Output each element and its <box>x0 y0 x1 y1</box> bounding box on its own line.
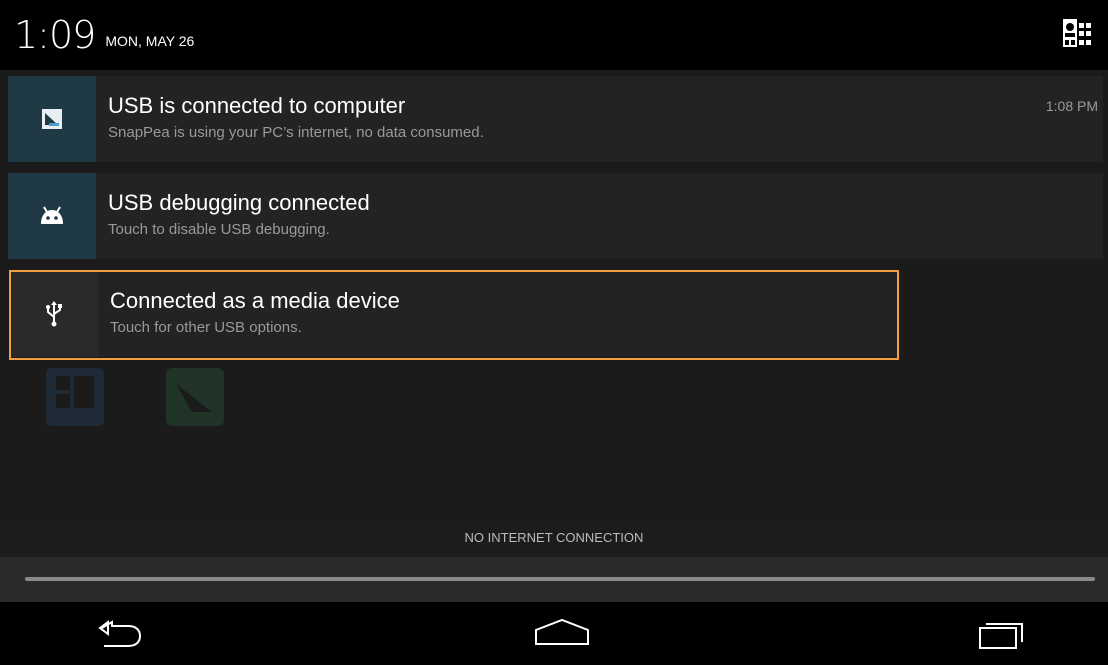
app-icon <box>162 364 228 430</box>
notification-subtitle: Touch for other USB options. <box>110 319 302 336</box>
back-icon[interactable] <box>90 616 150 652</box>
navigation-bar <box>0 602 1108 665</box>
notification-usb-debugging[interactable]: USB debugging connected Touch to disable… <box>8 173 1103 259</box>
date: MON, MAY 26 <box>105 33 195 49</box>
notification-usb-computer[interactable]: USB is connected to computer SnapPea is … <box>8 76 1103 162</box>
notification-header: 1:09 MON, MAY 26 <box>0 0 1108 70</box>
notification-subtitle: SnapPea is using your PC’s internet, no … <box>108 124 484 141</box>
shade-handle-area[interactable] <box>0 557 1108 602</box>
usb-icon <box>10 271 98 357</box>
quick-settings-icon[interactable] <box>1062 18 1092 48</box>
notification-title: USB is connected to computer <box>108 93 406 118</box>
clock: 1:09 <box>14 13 96 57</box>
home-icon[interactable] <box>532 616 592 652</box>
app-icon <box>42 364 108 430</box>
snappea-icon <box>8 76 96 162</box>
notification-title: Connected as a media device <box>110 288 400 313</box>
notification-time: 1:08 PM <box>1045 98 1098 114</box>
recents-icon[interactable] <box>972 616 1032 652</box>
drag-handle[interactable] <box>25 577 1095 581</box>
no-internet-label: NO INTERNET CONNECTION <box>0 520 1108 556</box>
android-icon <box>8 173 96 259</box>
notification-media-device[interactable]: Connected as a media device Touch for ot… <box>10 271 900 357</box>
notification-title: USB debugging connected <box>108 190 370 215</box>
notification-subtitle: Touch to disable USB debugging. <box>108 221 330 238</box>
